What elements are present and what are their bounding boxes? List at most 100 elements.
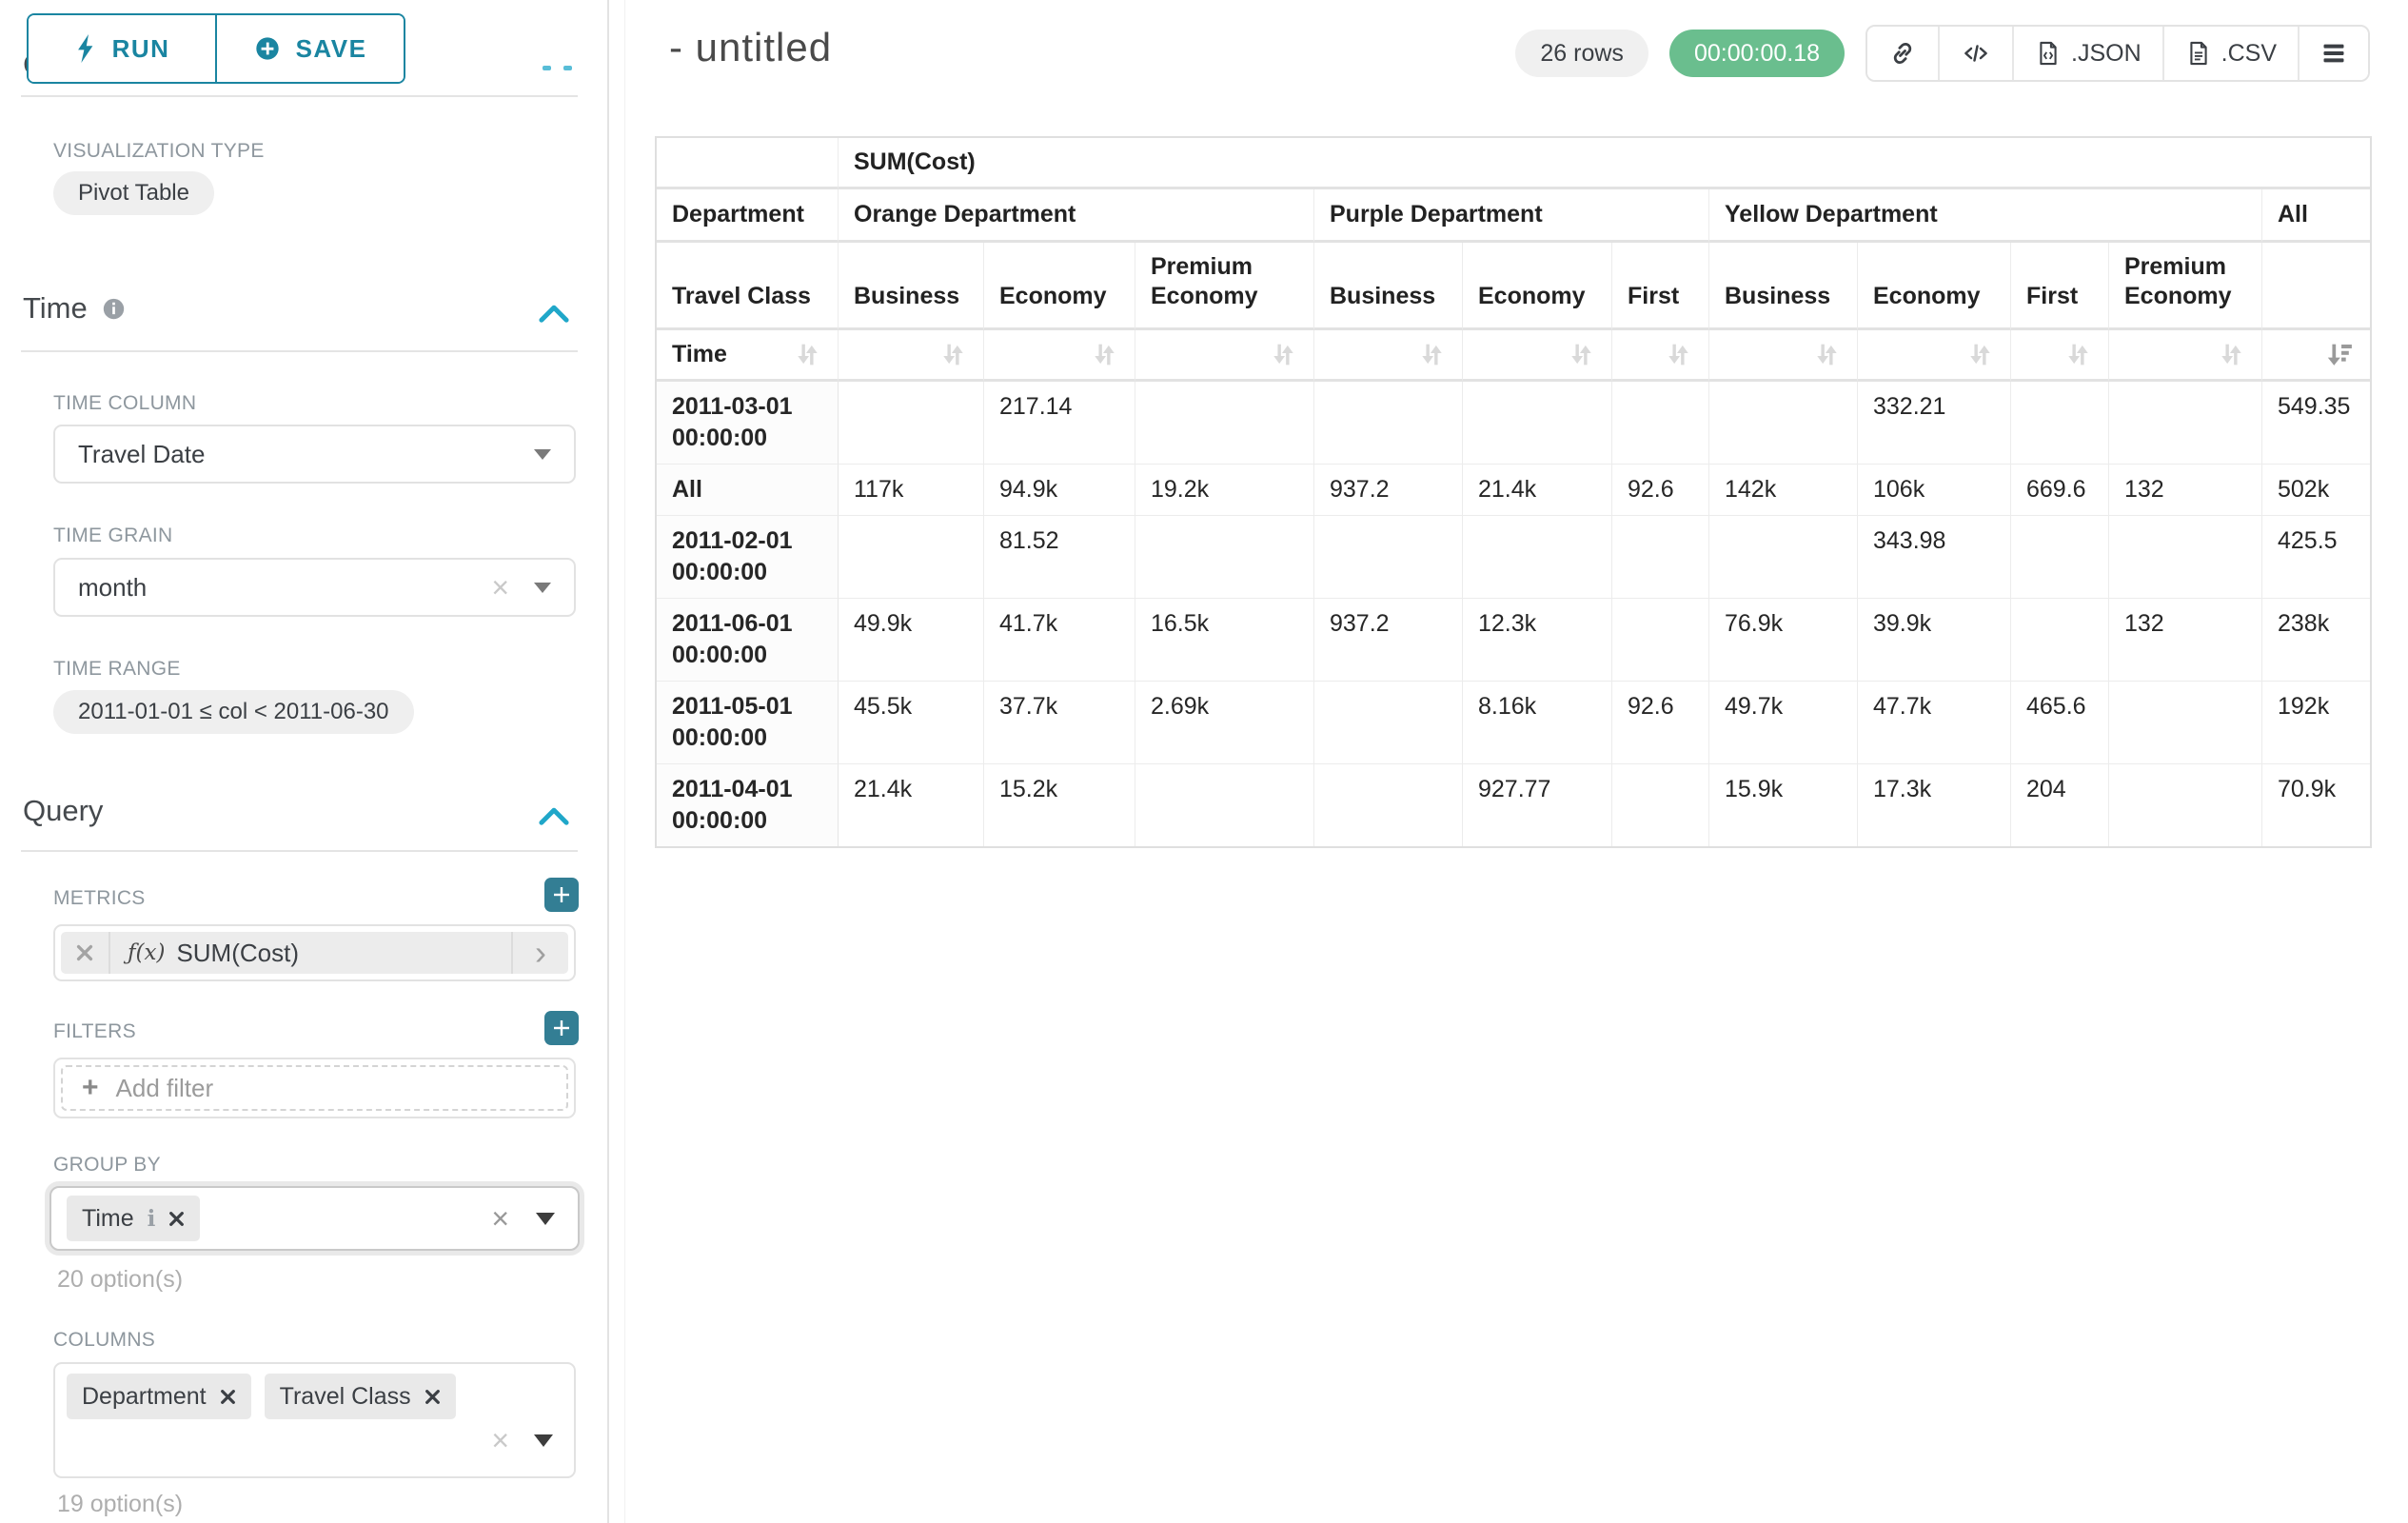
selected-token[interactable]: Timei — [67, 1196, 200, 1241]
pivot-sort-header[interactable] — [1463, 330, 1612, 382]
pivot-cell — [1612, 382, 1709, 465]
group-by-select[interactable]: Timei × — [49, 1186, 580, 1251]
pivot-cell — [2109, 764, 2262, 846]
pivot-sort-header[interactable] — [1709, 330, 1858, 382]
export-button-group: .JSON .CSV — [1865, 25, 2370, 82]
sort-icon[interactable] — [1567, 340, 1596, 369]
chevron-down-icon[interactable] — [536, 1213, 555, 1225]
time-grain-value: month — [78, 573, 147, 603]
sort-icon[interactable] — [2217, 340, 2246, 369]
clear-icon[interactable]: × — [491, 1203, 509, 1234]
add-metric-button[interactable] — [544, 878, 579, 912]
panel-drag-handle-dot[interactable] — [543, 66, 551, 70]
sort-icon[interactable] — [2063, 340, 2093, 369]
time-range-value[interactable]: 2011-01-01 ≤ col < 2011-06-30 — [53, 690, 414, 734]
save-button[interactable]: SAVE — [215, 15, 404, 82]
export-json-label: .JSON — [2071, 40, 2142, 68]
sort-icon[interactable] — [938, 340, 968, 369]
sort-icon[interactable] — [1664, 340, 1693, 369]
export-json-button[interactable]: .JSON — [2012, 27, 2162, 80]
view-query-button[interactable] — [1938, 27, 2012, 80]
selected-token[interactable]: Travel Class — [265, 1374, 456, 1419]
time-range-text: 2011-01-01 ≤ col < 2011-06-30 — [78, 699, 389, 725]
clear-icon[interactable]: × — [491, 1425, 509, 1455]
remove-token-icon[interactable] — [220, 1389, 236, 1405]
sort-desc-icon[interactable] — [2325, 340, 2355, 369]
token-label: Time — [82, 1205, 134, 1233]
sort-icon[interactable] — [793, 340, 822, 369]
control-panel: Chart Type RUN SAVE VISUALIZATION TYPE P… — [0, 0, 609, 1523]
sort-icon[interactable] — [1965, 340, 1995, 369]
pivot-cell — [1314, 382, 1463, 465]
panel-resize-gutter[interactable] — [609, 0, 625, 1523]
pivot-cell: 47.7k — [1858, 682, 2011, 764]
row-count-badge: 26 rows — [1515, 30, 1648, 77]
chart-menu-button[interactable] — [2298, 27, 2368, 80]
chart-header-actions: 26 rows 00:00:00.18 .JSON — [1515, 25, 2370, 82]
pivot-cell — [839, 516, 984, 599]
pivot-sort-header[interactable] — [984, 330, 1135, 382]
pivot-row-header: 2011-04-01 00:00:00 — [657, 764, 839, 846]
pivot-sort-header[interactable] — [2011, 330, 2109, 382]
add-filter-plus-button[interactable] — [544, 1011, 579, 1045]
export-csv-button[interactable]: .CSV — [2162, 27, 2298, 80]
time-grain-label: TIME GRAIN — [53, 524, 173, 547]
pivot-cell: 425.5 — [2262, 516, 2370, 599]
expand-metric-icon[interactable]: › — [511, 932, 568, 974]
selected-token[interactable]: Department — [67, 1374, 251, 1419]
remove-token-icon[interactable] — [424, 1389, 441, 1405]
visualization-type-value[interactable]: Pivot Table — [53, 171, 214, 215]
pivot-cell — [1314, 516, 1463, 599]
chevron-down-icon[interactable] — [534, 1434, 553, 1447]
pivot-cell — [2109, 682, 2262, 764]
pivot-cell: 204 — [2011, 764, 2109, 846]
pivot-sort-header[interactable] — [2109, 330, 2262, 382]
pivot-cell: 17.3k — [1858, 764, 2011, 846]
panel-drag-handle-dot[interactable] — [563, 66, 572, 70]
pivot-sort-header[interactable] — [2262, 330, 2370, 382]
metric-body: ƒ(x) SUM(Cost) — [110, 939, 511, 968]
sort-icon[interactable] — [1269, 340, 1298, 369]
columns-select[interactable]: Department Travel Class × — [53, 1362, 576, 1478]
metric-token[interactable]: ƒ(x) SUM(Cost) › — [61, 932, 568, 974]
pivot-col-header: Premium Economy — [1135, 243, 1314, 330]
pivot-row: 2011-02-01 00:00:0081.52343.98425.5 — [657, 516, 2370, 599]
pivot-sort-header[interactable] — [1314, 330, 1463, 382]
add-filter-label: Add filter — [116, 1074, 214, 1103]
clear-icon[interactable]: × — [491, 572, 509, 603]
time-column-select[interactable]: Travel Date — [53, 425, 576, 484]
pivot-cell: 70.9k — [2262, 764, 2370, 846]
pivot-cell: 132 — [2109, 465, 2262, 516]
collapse-query-section-icon[interactable] — [539, 805, 569, 826]
chevron-down-icon[interactable] — [534, 449, 551, 460]
pivot-cell: 238k — [2262, 599, 2370, 682]
pivot-cell — [2011, 599, 2109, 682]
pivot-cell — [1135, 764, 1314, 846]
file-csv-icon — [2185, 39, 2212, 68]
pivot-cell: 16.5k — [1135, 599, 1314, 682]
run-button[interactable]: RUN — [29, 15, 215, 82]
pivot-sort-header[interactable] — [1612, 330, 1709, 382]
add-filter-button[interactable]: + Add filter — [61, 1065, 568, 1111]
pivot-cell: 332.21 — [1858, 382, 2011, 465]
pivot-row-dim-sort-header[interactable]: Time — [657, 330, 839, 382]
time-grain-select[interactable]: month × — [53, 558, 576, 617]
remove-metric-icon[interactable] — [61, 932, 110, 974]
pivot-sort-header[interactable] — [1135, 330, 1314, 382]
pivot-row: 2011-03-01 00:00:00217.14332.21549.35 — [657, 382, 2370, 465]
chevron-down-icon[interactable] — [534, 583, 551, 593]
pivot-sort-header[interactable] — [1858, 330, 2011, 382]
sort-icon[interactable] — [1417, 340, 1447, 369]
sort-icon[interactable] — [1812, 340, 1842, 369]
remove-token-icon[interactable] — [168, 1211, 185, 1227]
divider — [21, 850, 578, 852]
chart-title[interactable]: - untitled — [669, 25, 832, 70]
pivot-sort-header[interactable] — [839, 330, 984, 382]
filters-label: FILTERS — [53, 1020, 136, 1043]
metric-name: SUM(Cost) — [176, 939, 299, 968]
sort-icon[interactable] — [1090, 340, 1119, 369]
pivot-row-dim-label: Time — [672, 341, 727, 368]
pivot-col-header: First — [1612, 243, 1709, 330]
share-link-button[interactable] — [1867, 27, 1938, 80]
collapse-time-section-icon[interactable] — [539, 303, 569, 324]
